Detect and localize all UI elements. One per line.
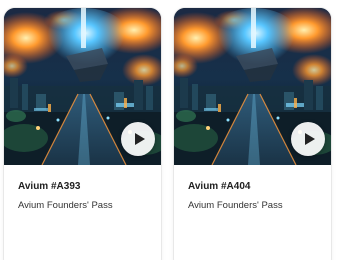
play-icon [134,133,145,145]
nft-card-grid: Avium #A393 Avium Founders' Pass Avium #… [0,0,338,260]
nft-thumbnail[interactable] [174,8,331,165]
play-icon [304,133,315,145]
collection-name[interactable]: Avium Founders' Pass [188,199,317,212]
play-button[interactable] [291,122,325,156]
collection-name[interactable]: Avium Founders' Pass [18,199,147,212]
nft-thumbnail[interactable] [4,8,161,165]
card-info: Avium #A393 Avium Founders' Pass [4,165,161,212]
nft-card[interactable]: Avium #A404 Avium Founders' Pass [174,8,331,260]
nft-title[interactable]: Avium #A393 [18,180,147,193]
play-button[interactable] [121,122,155,156]
nft-title[interactable]: Avium #A404 [188,180,317,193]
card-info: Avium #A404 Avium Founders' Pass [174,165,331,212]
nft-card[interactable]: Avium #A393 Avium Founders' Pass [4,8,161,260]
